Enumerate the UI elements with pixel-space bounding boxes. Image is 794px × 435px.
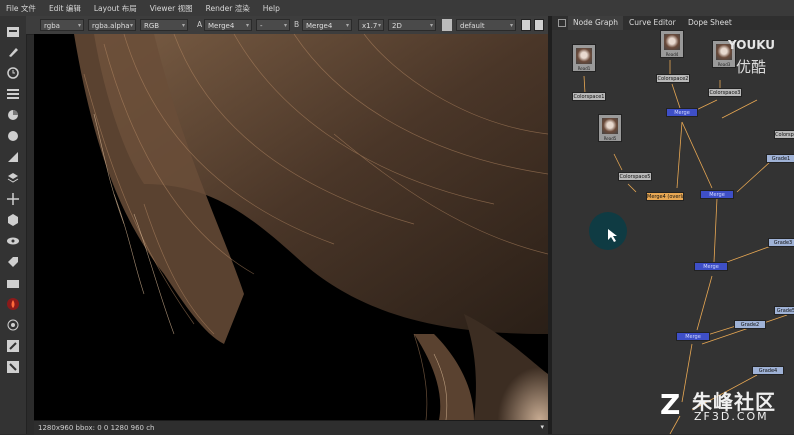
colorspace-node[interactable]: Colorspace5 (618, 172, 652, 181)
colorspace-node[interactable]: Colorspace4 (774, 130, 794, 139)
merge-node[interactable]: Merge (666, 108, 698, 117)
merge-overlay-node[interactable]: Merge4 (overlay) (646, 192, 684, 201)
tab-dope-sheet[interactable]: Dope Sheet (683, 16, 737, 30)
a-input-dropdown[interactable]: Merge4 ▾ (204, 19, 252, 31)
cursor-highlight (589, 212, 627, 250)
channels-value: rgba (44, 22, 60, 30)
image-tool-icon[interactable] (4, 24, 22, 40)
metadata-tool-icon[interactable] (4, 254, 22, 270)
view-mode-value: 2D (392, 22, 402, 30)
hair-render-image (34, 34, 548, 420)
read-node-label: Read1 (577, 66, 591, 71)
other-tool-icon[interactable] (4, 275, 22, 291)
read-node-thumb[interactable]: Read4 (660, 30, 684, 58)
display-dropdown[interactable]: RGB ▾ (140, 19, 188, 31)
menu-viewer[interactable]: Viewer 视图 (144, 3, 200, 14)
toolbar-left (0, 16, 27, 434)
menu-file[interactable]: File 文件 (0, 3, 43, 14)
menu-edit[interactable]: Edit 编辑 (43, 3, 88, 14)
youku-watermark: YOUKU (728, 38, 776, 52)
channels-dropdown[interactable]: rgba ▾ (40, 19, 84, 31)
grade-node[interactable]: Grade3 (768, 238, 794, 247)
composite-value: - (260, 22, 263, 30)
chevron-down-icon: ▾ (509, 22, 513, 29)
lut-value: default (460, 22, 485, 30)
alpha-channel-dropdown[interactable]: rgba.alpha ▾ (88, 19, 136, 31)
alpha-channel-value: rgba.alpha (92, 22, 130, 30)
viewer-lock-icon[interactable] (442, 19, 452, 31)
grade-node[interactable]: Grade5 (774, 306, 794, 315)
colorspace-node[interactable]: Colorspace3 (708, 88, 742, 97)
channel-tool-icon[interactable] (4, 86, 22, 102)
time-tool-icon[interactable] (4, 65, 22, 81)
menu-render[interactable]: Render 渲染 (200, 3, 257, 14)
read-node-thumb[interactable]: Read5 (598, 114, 622, 142)
chevron-down-icon: ▾ (283, 22, 287, 29)
grade-node[interactable]: Grade1 (766, 154, 794, 163)
read-node-thumb[interactable]: Read1 (572, 44, 596, 72)
read-node-label: Read4 (665, 52, 679, 57)
zoom-value: x1.7 (362, 22, 378, 30)
b-input-dropdown[interactable]: Merge4 ▾ (302, 19, 352, 31)
fullframe-icon[interactable] (534, 19, 544, 31)
zf3d-watermark-url: ZF3D.COM (694, 410, 769, 423)
menu-layout[interactable]: Layout 布局 (88, 3, 144, 14)
grade-node[interactable]: Grade4 (752, 366, 784, 375)
grade-node[interactable]: Grade2 (734, 320, 766, 329)
color-tool-icon[interactable] (4, 107, 22, 123)
roi-icon[interactable] (521, 19, 531, 31)
read-node-label: Read5 (603, 136, 617, 141)
youku-watermark-cn: 优酷 (736, 58, 767, 76)
menu-bar: File 文件 Edit 编辑 Layout 布局 Viewer 视图 Rend… (0, 0, 794, 16)
tab-node-graph[interactable]: Node Graph (568, 16, 623, 30)
read-node-label: Read3 (717, 62, 731, 67)
zoom-dropdown[interactable]: x1.7 ▾ (358, 19, 384, 31)
a-input-label: A (197, 20, 203, 29)
colorspace-node[interactable]: Colorspace1 (572, 92, 606, 101)
viewer-toolbar: rgba ▾ rgba.alpha ▾ RGB ▾ A Merge4 ▾ - ▾ B Me… (26, 16, 548, 35)
panel-menu-icon[interactable] (558, 19, 566, 27)
chevron-down-icon: ▾ (377, 22, 381, 29)
lut-dropdown[interactable]: default ▾ (456, 19, 516, 31)
gizmo-tool-icon[interactable] (4, 359, 22, 375)
image-info-text: 1280x960 bbox: 0 0 1280 960 ch (38, 424, 155, 432)
chevron-down-icon: ▾ (345, 22, 349, 29)
transform-tool-icon[interactable] (4, 191, 22, 207)
viewer-canvas[interactable] (34, 34, 548, 420)
viewer-status-bar: 1280x960 bbox: 0 0 1280 960 ch ▾ (34, 420, 548, 435)
merge-node[interactable]: Merge (694, 262, 728, 271)
view-mode-dropdown[interactable]: 2D ▾ (388, 19, 436, 31)
furnace-tool-icon[interactable] (4, 296, 22, 312)
chevron-down-icon: ▾ (181, 22, 185, 29)
filter-tool-icon[interactable] (4, 128, 22, 144)
chevron-down-icon: ▾ (429, 22, 433, 29)
display-value: RGB (144, 22, 160, 30)
menu-help[interactable]: Help (257, 4, 287, 13)
b-input-value: Merge4 (306, 22, 333, 30)
node-graph-tabbar: Node Graph Curve Editor Dope Sheet (552, 16, 794, 30)
chevron-down-icon: ▾ (129, 22, 133, 29)
b-input-label: B (294, 20, 300, 29)
paint-tool-icon[interactable] (4, 44, 22, 60)
chevron-down-icon: ▾ (77, 22, 81, 29)
plugin-tool-icon[interactable] (4, 338, 22, 354)
view-tool-icon[interactable] (4, 233, 22, 249)
3d-tool-icon[interactable] (4, 212, 22, 228)
chevron-down-icon: ▾ (245, 22, 249, 29)
a-input-value: Merge4 (208, 22, 235, 30)
zf3d-logo: Z (660, 388, 681, 421)
tab-curve-editor[interactable]: Curve Editor (624, 16, 681, 30)
merge-node[interactable]: Merge (676, 332, 710, 341)
merge-tool-icon[interactable] (4, 170, 22, 186)
composite-dropdown[interactable]: - ▾ (256, 19, 290, 31)
chevron-down-icon[interactable]: ▾ (540, 423, 544, 431)
particle-tool-icon[interactable] (4, 317, 22, 333)
colorspace-node[interactable]: Colorspace2 (656, 74, 690, 83)
merge-node[interactable]: Merge (700, 190, 734, 199)
mouse-pointer-icon (608, 229, 617, 242)
keyer-tool-icon[interactable] (4, 149, 22, 165)
